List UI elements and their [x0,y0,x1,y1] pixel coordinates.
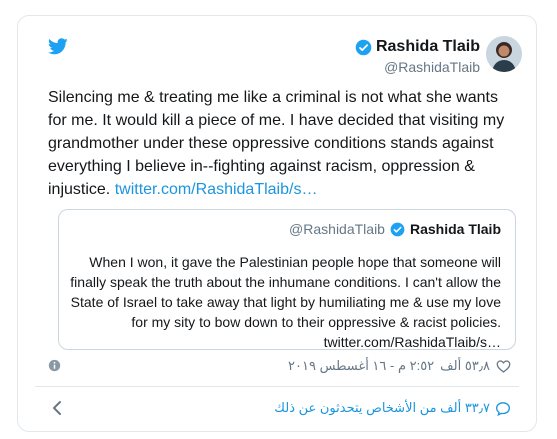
info-icon[interactable] [48,359,61,372]
tweet-timestamp[interactable]: ٢:٥٢ م - ١٦ أغسطس ٢٠١٩ [288,358,434,374]
author-handle[interactable]: @RashidaTlaib [355,59,480,75]
quote-body: When I won, it gave the Palestinian peop… [70,254,501,330]
quoted-tweet[interactable]: @RashidaTlaib Rashida Tlaib When I won, … [58,209,516,350]
tweet-footer: ٣٣٫٧ ألف من الأشخاص يتحدثون عن ذلك [48,399,511,419]
tweet-text: Silencing me & treating me like a crimin… [48,86,518,201]
verified-badge-icon [390,222,405,236]
quote-text: When I won, it gave the Palestinian peop… [61,252,501,352]
heart-icon[interactable] [496,359,511,373]
verified-badge-icon [355,39,372,55]
author-name[interactable]: Rashida Tlaib [376,38,480,56]
meta-right: ٢:٥٢ م - ١٦ أغسطس ٢٠١٩ ٥٣٫٨ ألف [288,358,511,374]
quote-author[interactable]: @RashidaTlaib Rashida Tlaib [289,221,501,237]
tweet-card: Rashida Tlaib @RashidaTlaib Silencing me… [17,15,537,432]
quote-author-name: Rashida Tlaib [409,221,501,237]
avatar[interactable] [486,36,522,72]
tweet-author[interactable]: Rashida Tlaib @RashidaTlaib [355,38,480,75]
quote-link[interactable]: twitter.com/RashidaTlaib/s… [324,334,501,350]
divider [35,386,519,387]
avatar-image [486,36,522,72]
conversation-text[interactable]: ٣٣٫٧ ألف من الأشخاص يتحدثون عن ذلك [274,400,490,416]
conversation-link[interactable]: ٣٣٫٧ ألف من الأشخاص يتحدثون عن ذلك [274,400,511,416]
tweet-meta: ٢:٥٢ م - ١٦ أغسطس ٢٠١٩ ٥٣٫٨ ألف [48,358,511,374]
like-count: ٥٣٫٨ ألف [440,358,490,373]
chevron-left-icon[interactable] [51,400,63,416]
twitter-bird-icon[interactable] [48,38,68,55]
quote-handle: @RashidaTlaib [289,221,385,237]
tweet-link[interactable]: twitter.com/RashidaTlaib/s… [115,181,318,198]
reply-bubble-icon[interactable] [495,401,511,416]
